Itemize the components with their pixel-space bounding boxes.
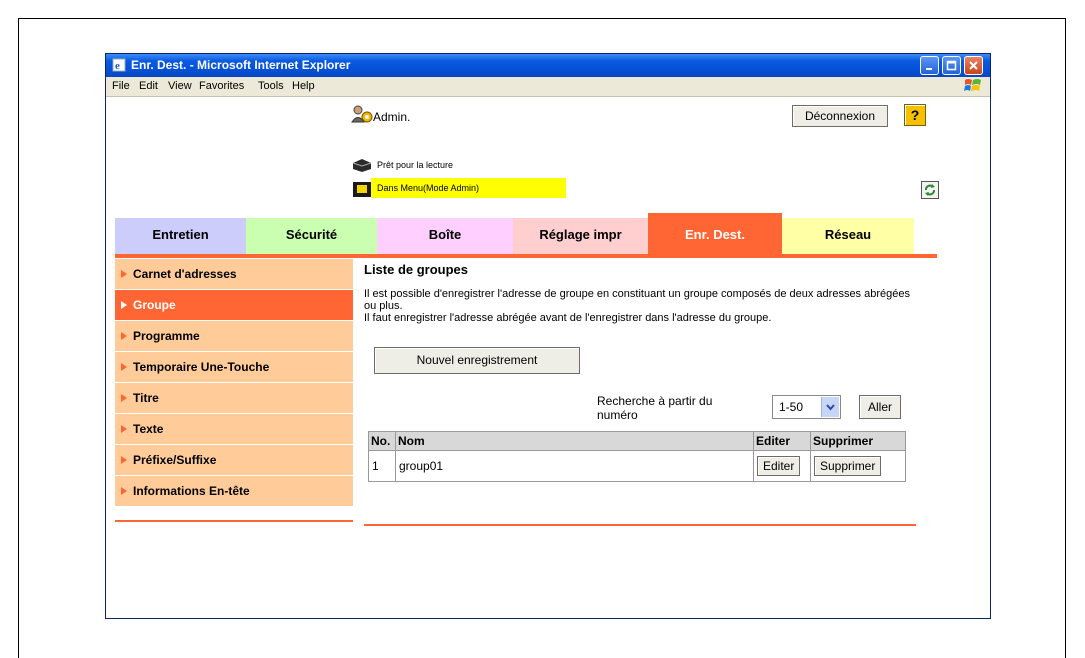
menu-edit[interactable]: Edit [139, 80, 158, 92]
menu-tools[interactable]: Tools [258, 80, 284, 92]
header-supprimer: Supprimer [810, 431, 906, 451]
description-line-2: Il faut enregistrer l'adresse abrégée av… [364, 312, 772, 324]
edit-button[interactable]: Editer [757, 456, 801, 476]
maximize-button[interactable] [942, 56, 961, 75]
table-header-row: No. Nom Editer Supprimer [368, 431, 906, 451]
tab-reglage-impr[interactable]: Réglage impr [513, 218, 648, 254]
sidebar: Carnet d'adresses Groupe Programme Tempo… [115, 259, 353, 507]
page-content: Admin. Déconnexion ? Prêt pour la lectur… [106, 97, 990, 618]
close-button[interactable] [964, 56, 983, 75]
tab-securite[interactable]: Sécurité [246, 218, 377, 254]
sidebar-item-texte[interactable]: Texte [115, 414, 353, 444]
range-select[interactable]: 1-50 [772, 395, 841, 419]
refresh-button[interactable] [921, 181, 939, 199]
sidebar-item-temporaire[interactable]: Temporaire Une-Touche [115, 352, 353, 382]
title-bar[interactable]: e Enr. Dest. - Microsoft Internet Explor… [106, 54, 990, 77]
windows-logo-icon [964, 79, 981, 91]
header-editer: Editer [753, 431, 811, 451]
group-table: No. Nom Editer Supprimer 1 group01 Edite… [368, 431, 906, 482]
range-select-value: 1-50 [779, 400, 804, 414]
search-label: Recherche à partir du numéro [597, 394, 713, 422]
browser-window: e Enr. Dest. - Microsoft Internet Explor… [105, 53, 991, 619]
ready-status: Prêt pour la lecture [377, 160, 454, 170]
description-line-1: Il est possible d'enregistrer l'adresse … [364, 288, 910, 312]
sidebar-item-programme[interactable]: Programme [115, 321, 353, 351]
sidebar-item-prefixe[interactable]: Préfixe/Suffixe [115, 445, 353, 475]
minimize-button[interactable] [920, 56, 939, 75]
menu-help[interactable]: Help [292, 80, 315, 92]
logout-button[interactable]: Déconnexion [792, 105, 888, 127]
header-no: No. [368, 431, 396, 451]
chevron-down-icon[interactable] [821, 397, 839, 417]
ie-icon: e [112, 58, 126, 72]
menu-view[interactable]: View [168, 80, 192, 92]
mode-status-badge: Dans Menu(Mode Admin) [371, 178, 566, 198]
page-title: Liste de groupes [364, 262, 469, 277]
new-registration-button[interactable]: Nouvel enregistrement [374, 347, 580, 374]
table-row: 1 group01 Editer Supprimer [368, 450, 906, 482]
sidebar-item-informations[interactable]: Informations En-tête [115, 476, 353, 506]
sidebar-divider [115, 520, 353, 522]
tab-reseau[interactable]: Réseau [782, 218, 914, 254]
sidebar-item-titre[interactable]: Titre [115, 383, 353, 413]
tab-entretien[interactable]: Entretien [115, 218, 246, 254]
main-divider [364, 524, 916, 526]
tab-underline [115, 254, 937, 258]
admin-user-label: Admin. [373, 110, 411, 124]
go-button[interactable]: Aller [859, 395, 901, 419]
tab-enr-dest[interactable]: Enr. Dest. [648, 213, 782, 254]
window-title: Enr. Dest. - Microsoft Internet Explorer [131, 58, 351, 72]
admin-users-icon [351, 105, 373, 123]
menu-file[interactable]: File [112, 80, 130, 92]
sidebar-item-carnet[interactable]: Carnet d'adresses [115, 259, 353, 289]
row-no: 1 [368, 450, 396, 482]
row-name: group01 [395, 450, 754, 482]
refresh-icon [925, 184, 935, 196]
sidebar-item-groupe[interactable]: Groupe [115, 290, 353, 320]
menu-bar: File Edit View Favorites Tools Help [106, 77, 990, 97]
header-nom: Nom [395, 431, 754, 451]
help-button[interactable]: ? [904, 104, 926, 126]
printer-admin-icon [353, 182, 371, 197]
tab-boite[interactable]: Boîte [377, 218, 513, 254]
delete-button[interactable]: Supprimer [814, 456, 882, 476]
svg-text:e: e [115, 60, 120, 72]
printer-icon [352, 159, 372, 172]
description: Il est possible d'enregistrer l'adresse … [364, 288, 914, 324]
menu-favorites[interactable]: Favorites [199, 80, 244, 92]
